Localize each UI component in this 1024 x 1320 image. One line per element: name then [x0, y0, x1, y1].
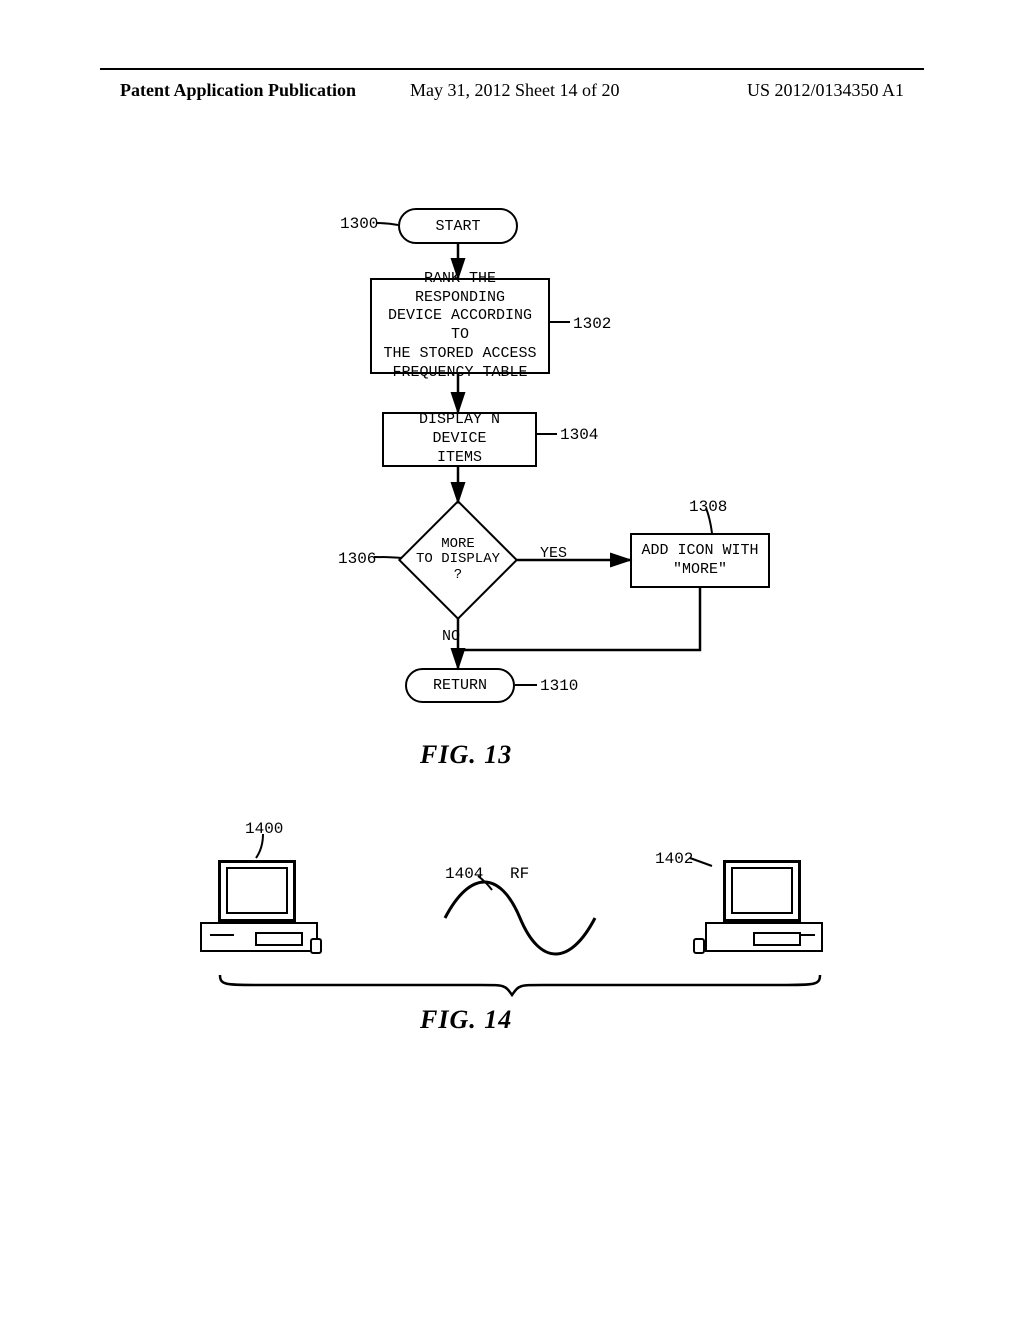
- add-icon-text: ADD ICON WITH "MORE": [641, 542, 758, 580]
- ref-1310: 1310: [540, 677, 578, 695]
- display-text: DISPLAY N DEVICE ITEMS: [390, 411, 529, 467]
- computer-left-icon: [200, 860, 320, 970]
- ref-1402: 1402: [655, 850, 693, 868]
- rf-label: RF: [510, 865, 529, 883]
- return-terminator: RETURN: [405, 668, 515, 703]
- yes-label: YES: [540, 545, 567, 562]
- decision-text: MORE TO DISPLAY ?: [416, 537, 500, 583]
- ref-1304: 1304: [560, 426, 598, 444]
- return-label: RETURN: [433, 677, 487, 694]
- no-label: NO: [442, 628, 460, 645]
- fig13-caption: FIG. 13: [420, 740, 512, 770]
- start-terminator: START: [398, 208, 518, 244]
- ref-1306: 1306: [338, 550, 376, 568]
- fig14-caption: FIG. 14: [420, 1005, 512, 1035]
- rank-box: RANK THE RESPONDING DEVICE ACCORDING TO …: [370, 278, 550, 374]
- ref-1308: 1308: [689, 498, 727, 516]
- display-box: DISPLAY N DEVICE ITEMS: [382, 412, 537, 467]
- more-decision: MORE TO DISPLAY ?: [398, 500, 518, 620]
- start-label: START: [435, 218, 480, 235]
- ref-1302: 1302: [573, 315, 611, 333]
- ref-1400: 1400: [245, 820, 283, 838]
- ref-1300: 1300: [340, 215, 378, 233]
- rank-text: RANK THE RESPONDING DEVICE ACCORDING TO …: [378, 270, 542, 383]
- computer-right-icon: [705, 860, 825, 970]
- patent-page: Patent Application Publication May 31, 2…: [0, 0, 1024, 1320]
- add-icon-box: ADD ICON WITH "MORE": [630, 533, 770, 588]
- figure-13-flowchart: START RANK THE RESPONDING DEVICE ACCORDI…: [0, 0, 1024, 1320]
- ref-1404: 1404: [445, 865, 483, 883]
